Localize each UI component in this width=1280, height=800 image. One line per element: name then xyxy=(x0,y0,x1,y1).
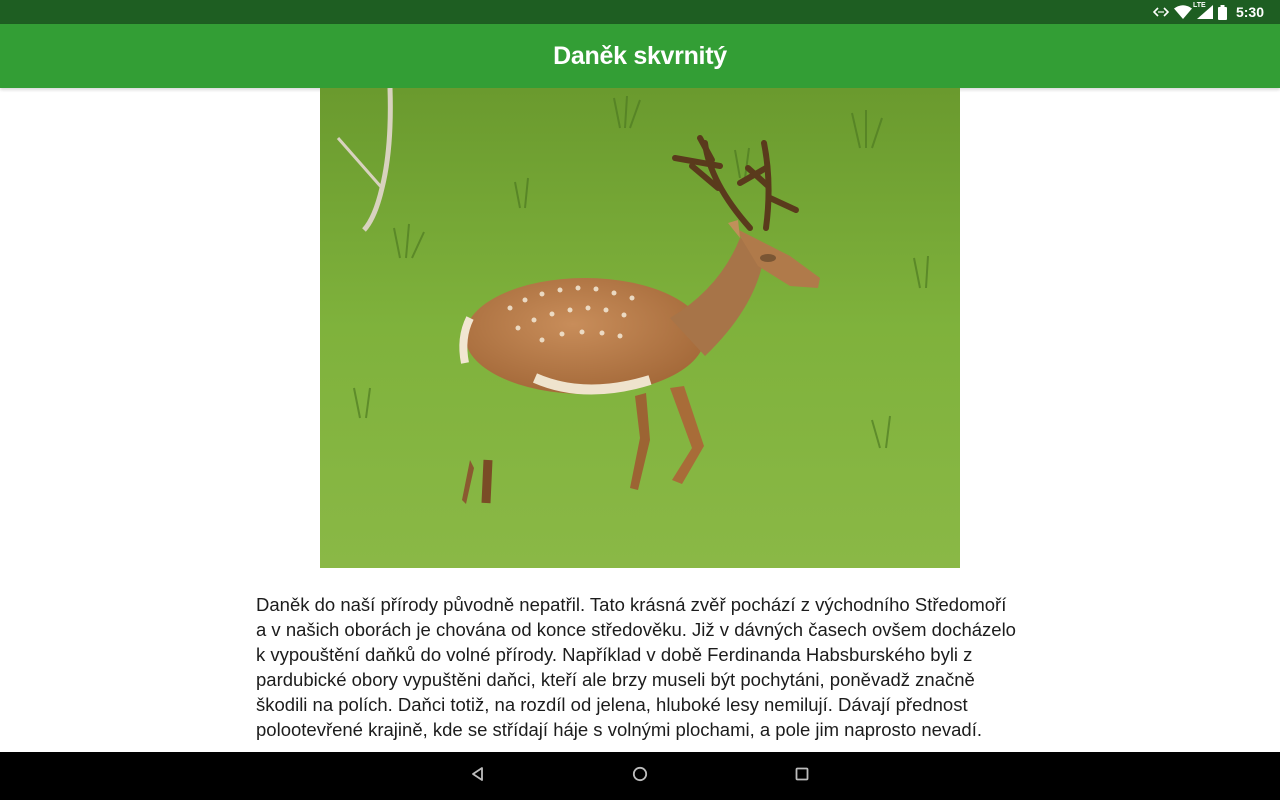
fallow-deer-photo xyxy=(320,88,960,568)
home-button[interactable] xyxy=(624,760,656,792)
status-bar: LTE 5:30 xyxy=(0,0,1280,24)
scroll-content[interactable]: Daněk do naší přírody původně nepatřil. … xyxy=(0,88,1280,752)
back-button[interactable] xyxy=(462,760,494,792)
home-icon xyxy=(632,766,648,787)
page-title: Daněk skvrnitý xyxy=(553,41,727,70)
network-type-label: LTE xyxy=(1192,2,1206,9)
back-icon xyxy=(470,766,486,787)
app-bar: Daněk skvrnitý xyxy=(0,24,1280,88)
battery-icon xyxy=(1217,4,1227,20)
cell-signal-icon: LTE xyxy=(1193,2,1213,19)
recents-icon xyxy=(794,766,810,787)
article-text: Daněk do naší přírody původně nepatřil. … xyxy=(256,594,1016,740)
recents-button[interactable] xyxy=(786,760,818,792)
status-icons: LTE 5:30 xyxy=(1152,0,1264,24)
wifi-icon xyxy=(1173,5,1192,19)
navigation-bar xyxy=(0,752,1280,800)
status-time: 5:30 xyxy=(1235,4,1264,20)
data-sync-icon xyxy=(1152,6,1169,18)
